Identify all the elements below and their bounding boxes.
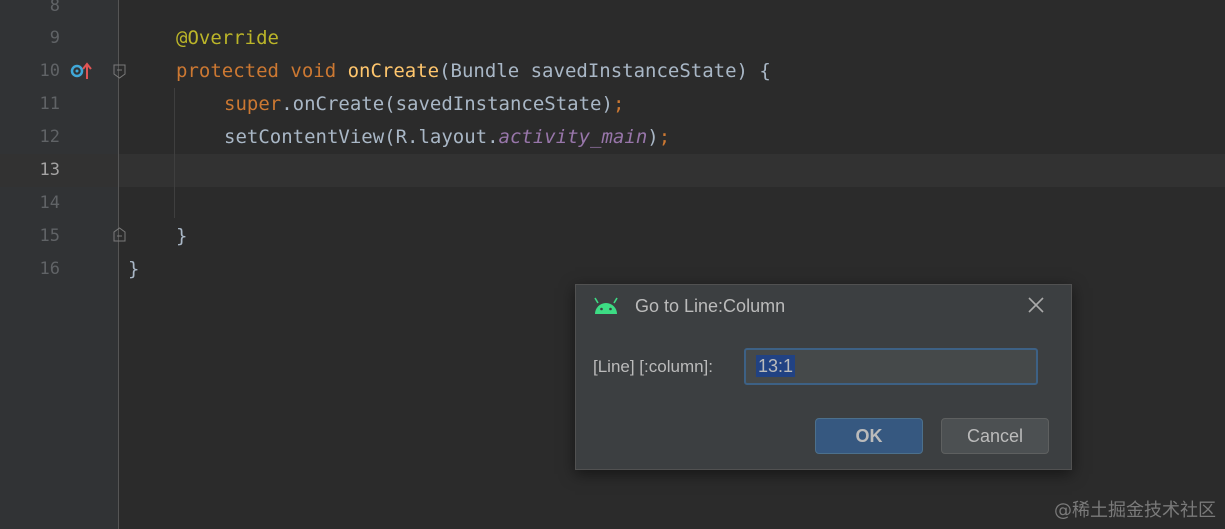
code-token: setContentView(R.layout. — [224, 126, 499, 148]
android-icon — [594, 297, 618, 314]
watermark: @稀土掘金技术社区 — [1054, 500, 1216, 521]
line-number[interactable]: 9 — [30, 22, 60, 55]
code-token: protected — [176, 60, 291, 82]
code-line[interactable]: @Override — [176, 22, 279, 55]
line-column-input[interactable]: 13:1 — [744, 348, 1038, 385]
code-line[interactable]: setContentView(R.layout.activity_main); — [224, 121, 670, 154]
override-method-icon[interactable] — [70, 61, 92, 81]
code-token: ; — [612, 93, 625, 115]
left-tool-strip — [0, 0, 30, 529]
gutter-divider — [118, 0, 119, 529]
go-to-line-dialog: Go to Line:Column [Line] [:column]: 13:1… — [575, 284, 1072, 470]
code-line[interactable]: super.onCreate(savedInstanceState); — [224, 88, 624, 121]
code-token: .onCreate(savedInstanceState) — [281, 93, 613, 115]
line-number[interactable]: 15 — [30, 220, 60, 253]
code-token: ) — [647, 126, 659, 148]
line-number[interactable]: 16 — [30, 253, 60, 286]
cancel-button[interactable]: Cancel — [941, 418, 1049, 454]
line-column-value[interactable]: 13:1 — [756, 355, 796, 377]
code-line[interactable]: } — [176, 220, 187, 253]
indent-guide — [174, 88, 175, 218]
code-token: @Override — [176, 27, 279, 49]
fold-end-icon[interactable] — [113, 227, 126, 242]
code-line[interactable]: } — [128, 253, 139, 286]
code-token: } — [176, 225, 188, 247]
line-number[interactable]: 12 — [30, 121, 60, 154]
code-token: ; — [658, 126, 671, 148]
code-token: (Bundle savedInstanceState) { — [439, 60, 771, 82]
code-token: void — [290, 60, 348, 82]
code-line[interactable]: protected void onCreate(Bundle savedInst… — [176, 55, 771, 88]
line-number[interactable]: 10 — [30, 55, 60, 88]
ok-button[interactable]: OK — [815, 418, 923, 454]
fold-start-icon[interactable] — [113, 64, 126, 79]
line-number[interactable]: 8 — [30, 0, 60, 23]
line-number[interactable]: 14 — [30, 187, 60, 220]
code-token: super — [224, 93, 282, 115]
line-number[interactable]: 11 — [30, 88, 60, 121]
code-token: } — [128, 258, 140, 280]
line-column-label: [Line] [:column]: — [593, 357, 714, 376]
current-line-highlight — [0, 154, 1225, 187]
close-icon[interactable] — [1026, 295, 1046, 315]
dialog-title: Go to Line:Column — [635, 296, 786, 316]
code-token: activity_main — [498, 126, 648, 148]
line-number[interactable]: 13 — [30, 154, 60, 187]
code-token: onCreate — [347, 60, 440, 82]
